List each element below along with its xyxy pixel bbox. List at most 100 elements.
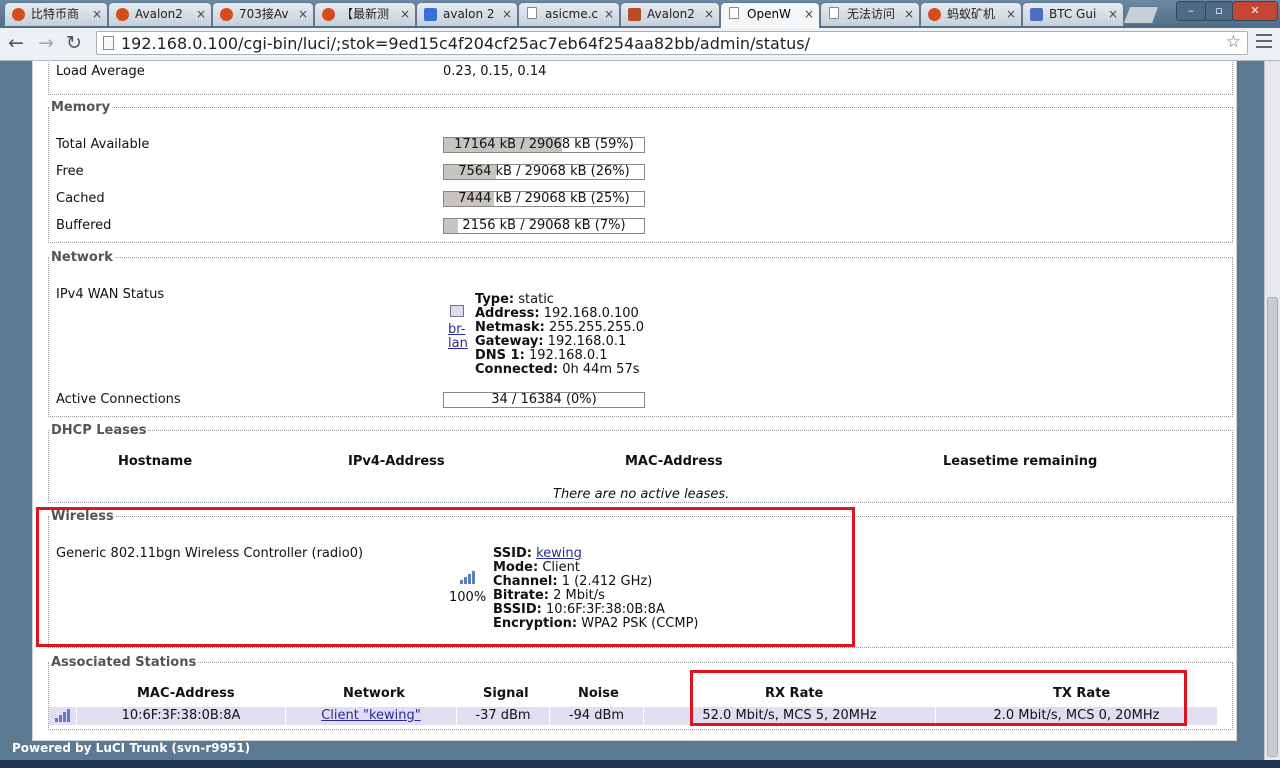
memory-buffered-label: Buffered [56, 218, 112, 233]
wan-address-value: 192.168.0.100 [543, 306, 639, 321]
tab-favicon-page [829, 7, 839, 19]
station-signal-cell [49, 707, 76, 725]
tab-label: 比特币商 [31, 7, 80, 21]
system-section: Load Average 0.23, 0.15, 0.14 [48, 61, 1233, 95]
browser-tab[interactable]: avalon 2 × [416, 2, 518, 26]
wan-address: Address: 192.168.0.100 [475, 307, 644, 321]
minimize-button[interactable]: – [1176, 1, 1206, 21]
browser-tab[interactable]: 蚂蚁矿机 × [920, 2, 1022, 26]
page-scrollbar[interactable] [1264, 61, 1280, 760]
page-viewport: Load Average 0.23, 0.15, 0.14 Memory Tot… [0, 61, 1264, 760]
browser-menu-icon[interactable] [1256, 34, 1272, 52]
browser-tab-active[interactable]: OpenW × [720, 2, 820, 28]
browser-tab[interactable]: Avalon2 × [108, 2, 212, 26]
network-title: Network [51, 250, 113, 265]
browser-tab[interactable]: 【最新测 × [314, 2, 416, 26]
wan-status-label: IPv4 WAN Status [56, 287, 165, 302]
active-connections-text: 34 / 16384 (0%) [491, 392, 597, 407]
dhcp-header-hostname: Hostname [118, 454, 193, 469]
os-taskbar [0, 760, 1280, 768]
tab-label: 703接Av [239, 7, 289, 21]
browser-tab[interactable]: 比特币商 × [4, 2, 108, 26]
memory-free-text: 7564 kB / 29068 kB (26%) [458, 164, 630, 179]
tab-close-icon[interactable]: × [1108, 3, 1118, 25]
back-arrow-icon[interactable]: ← [8, 32, 24, 54]
wan-netmask-value: 255.255.255.0 [548, 320, 645, 335]
tab-close-icon[interactable]: × [400, 3, 410, 25]
stations-header-signal: Signal [483, 686, 529, 701]
wan-dns-value: 192.168.0.1 [528, 348, 608, 363]
scrollbar-thumb[interactable] [1267, 297, 1278, 757]
dhcp-header-mac: MAC-Address [625, 454, 723, 469]
tab-close-icon[interactable]: × [604, 3, 614, 25]
tab-label: Avalon2 [647, 7, 695, 21]
memory-buffered-fill [444, 219, 458, 233]
bookmark-star-icon[interactable]: ☆ [1226, 32, 1241, 52]
wireless-highlight-box [36, 507, 855, 647]
browser-tab-strip: 比特币商 × Avalon2 × 703接Av × 【最新测 × avalon 2 × a… [0, 0, 1280, 28]
memory-cached-label: Cached [56, 191, 105, 206]
station-signal: -37 dBm [457, 707, 549, 725]
wan-connected: Connected: 0h 44m 57s [475, 363, 644, 377]
tab-close-icon[interactable]: × [298, 3, 308, 25]
tab-label: avalon 2 [443, 7, 495, 21]
memory-title: Memory [51, 100, 111, 115]
dhcp-section: DHCP Leases Hostname IPv4-Address MAC-Ad… [48, 423, 1233, 503]
station-network-cell: Client "kewing" [286, 707, 456, 725]
stations-header-mac: MAC-Address [137, 686, 235, 701]
network-interface-icon [450, 305, 464, 317]
tab-label: 蚂蚁矿机 [947, 7, 996, 21]
dhcp-header-leasetime: Leasetime remaining [943, 454, 1098, 469]
browser-toolbar: ← → ↻ 192.168.0.100/cgi-bin/luci/;stok=9… [0, 28, 1280, 61]
br-lan-link[interactable]: br-lan [448, 323, 468, 351]
station-mac: 10:6F:3F:38:0B:8A [77, 707, 285, 725]
tab-label: Avalon2 [135, 7, 183, 21]
browser-tab[interactable]: 无法访问 × [820, 2, 920, 26]
wan-connected-key: Connected: [475, 362, 559, 377]
wan-type: Type: static [475, 293, 644, 307]
wan-gateway-key: Gateway: [475, 334, 544, 349]
tab-label: 无法访问 [847, 7, 896, 21]
wan-dns: DNS 1: 192.168.0.1 [475, 349, 644, 363]
tab-close-icon[interactable]: × [1006, 3, 1016, 25]
tab-favicon-orange [116, 8, 129, 21]
tab-favicon-btc [1030, 8, 1043, 21]
tab-close-icon[interactable]: × [92, 3, 102, 25]
tab-close-icon[interactable]: × [196, 3, 206, 25]
tab-close-icon[interactable]: × [804, 3, 814, 25]
tab-close-icon[interactable]: × [704, 3, 714, 25]
maximize-button[interactable]: ▫ [1205, 1, 1233, 21]
browser-tab[interactable]: asicme.c × [518, 2, 620, 26]
browser-tab[interactable]: Avalon2 × [620, 2, 720, 26]
address-bar-url[interactable]: 192.168.0.100/cgi-bin/luci/;stok=9ed15c4… [121, 34, 810, 53]
browser-tab[interactable]: BTC Gui × [1022, 2, 1124, 26]
tab-label: 【最新测 [341, 7, 390, 21]
stations-header-network: Network [343, 686, 405, 701]
tab-close-icon[interactable]: × [904, 3, 914, 25]
wan-netmask-key: Netmask: [475, 320, 545, 335]
br-lan-link-part2: lan [448, 336, 468, 351]
memory-total-label: Total Available [56, 137, 150, 152]
tab-favicon-orange [928, 8, 941, 21]
new-tab-button[interactable] [1122, 6, 1160, 24]
page-icon [103, 36, 114, 50]
memory-buffered-text: 2156 kB / 29068 kB (7%) [462, 218, 626, 233]
memory-free-bar: 7564 kB / 29068 kB (26%) [443, 164, 645, 180]
signal-strength-icon [55, 709, 71, 722]
tab-favicon-google [424, 8, 437, 21]
br-lan-link-part1: br- [448, 322, 466, 337]
tab-label: BTC Gui [1049, 7, 1097, 21]
tab-label: OpenW [747, 7, 791, 21]
reload-icon[interactable]: ↻ [66, 32, 82, 54]
station-network-link[interactable]: Client "kewing" [321, 708, 421, 723]
close-window-button[interactable]: ✕ [1232, 1, 1278, 21]
tab-label: asicme.c [545, 7, 599, 21]
active-connections-label: Active Connections [56, 392, 181, 407]
stations-title: Associated Stations [51, 655, 197, 670]
browser-tab[interactable]: 703接Av × [212, 2, 314, 26]
address-bar[interactable]: 192.168.0.100/cgi-bin/luci/;stok=9ed15c4… [96, 31, 1248, 55]
dhcp-header-ipv4: IPv4-Address [348, 454, 445, 469]
forward-arrow-icon[interactable]: → [38, 32, 54, 54]
tab-close-icon[interactable]: × [502, 3, 512, 25]
wan-gateway: Gateway: 192.168.0.1 [475, 335, 644, 349]
